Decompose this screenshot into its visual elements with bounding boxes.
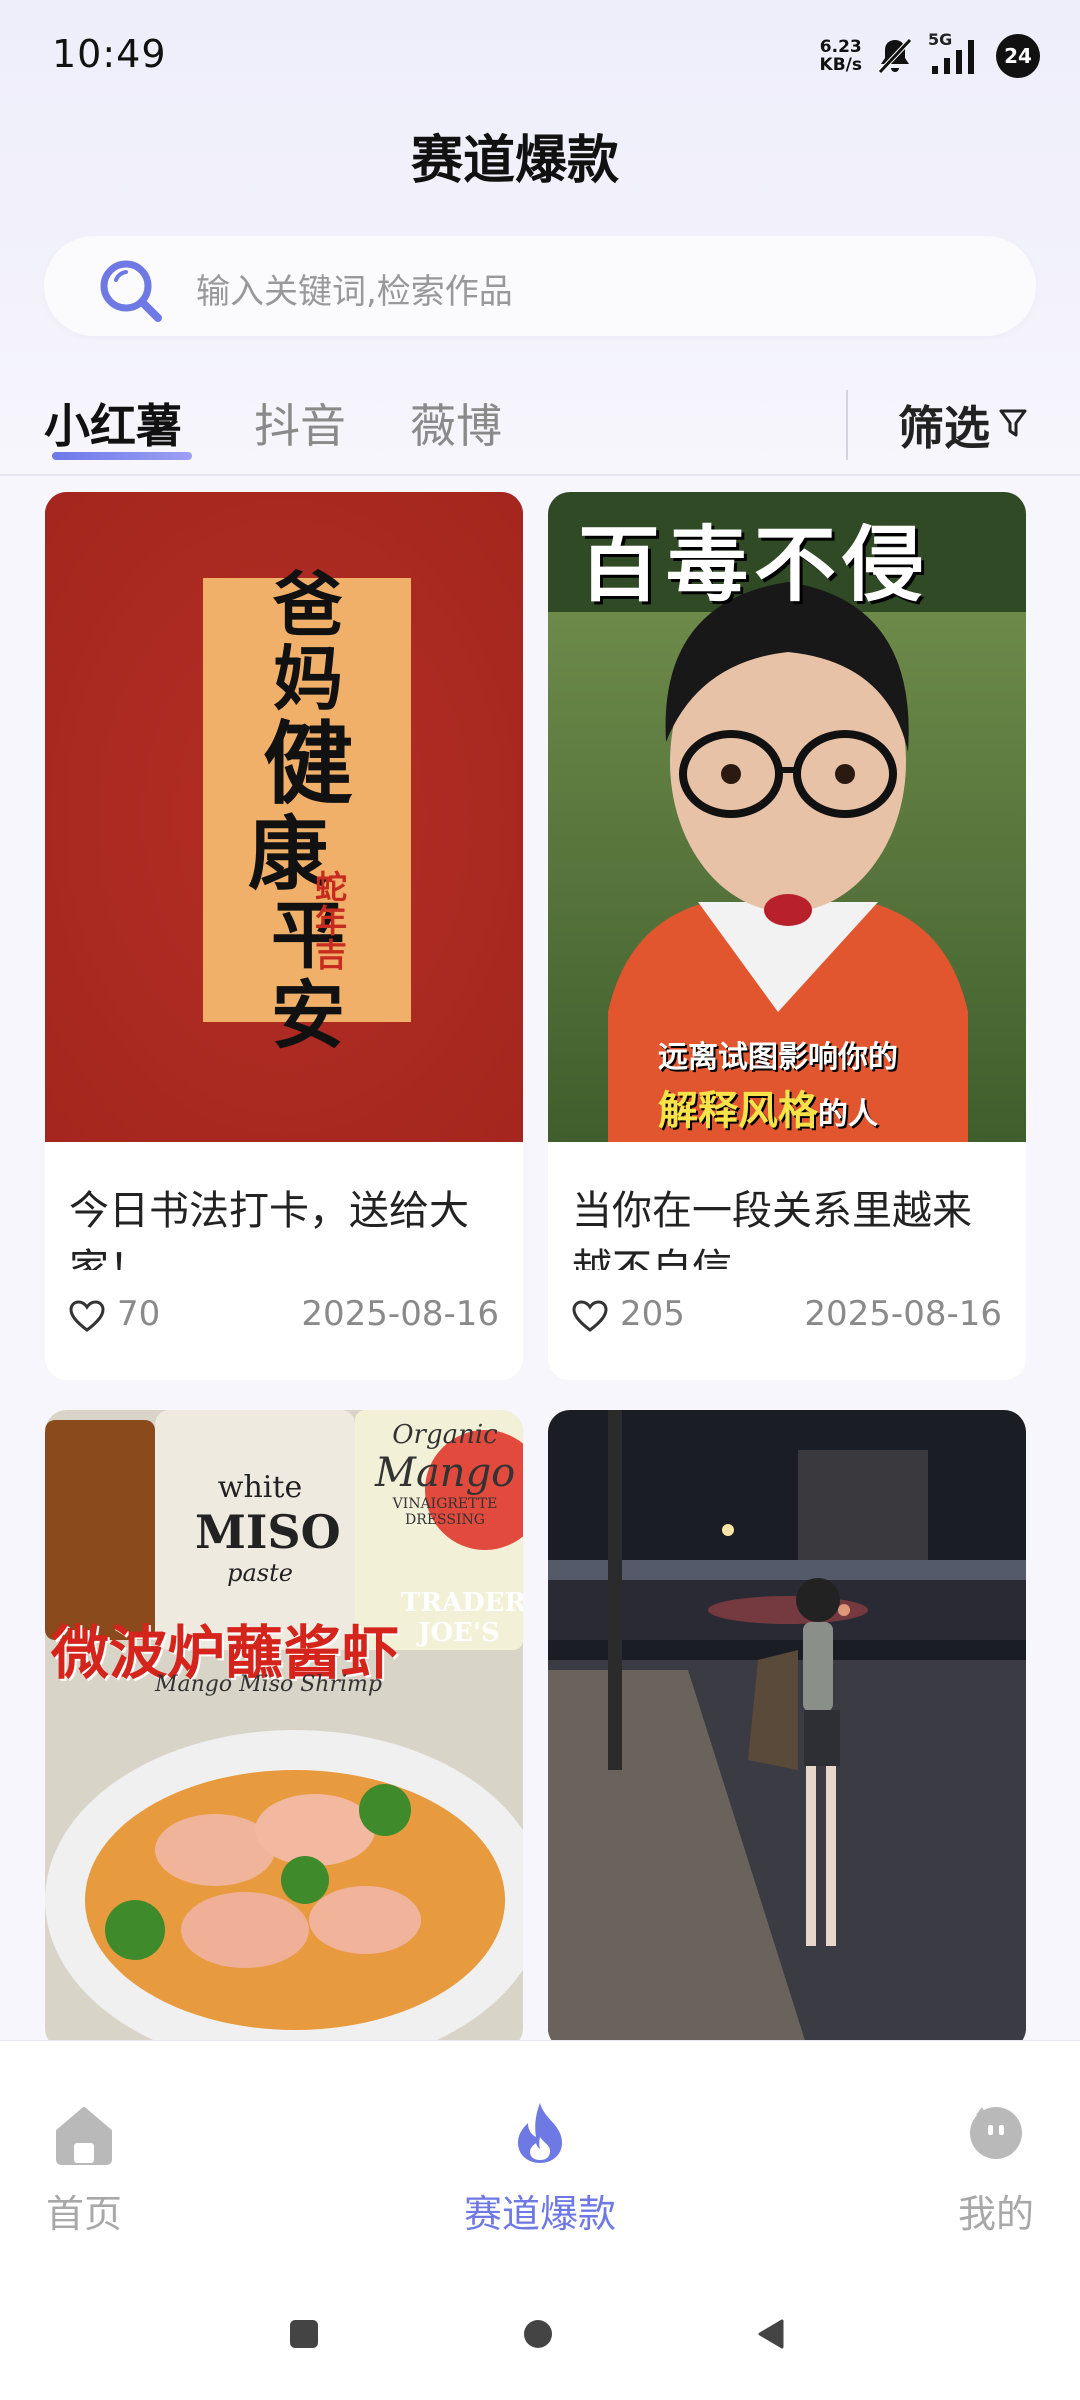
like-count: 205 xyxy=(620,1294,685,1334)
net-speed-value: 6.23 xyxy=(819,37,862,57)
jar-label: white MISO paste xyxy=(195,1470,341,1587)
tabs-separator xyxy=(0,474,1080,476)
jar-label-line: MISO xyxy=(195,1505,341,1559)
status-time: 10:49 xyxy=(52,32,167,76)
image-headline: 百毒不侵 xyxy=(578,517,931,613)
like-count: 70 xyxy=(117,1294,161,1334)
bottle-label: Organic Mango VINAIGRETTE DRESSING xyxy=(375,1420,515,1528)
calligraphy-char: 安 xyxy=(271,973,345,1059)
nav-profile[interactable]: 我的 xyxy=(956,2097,1036,2238)
calligraphy-char: 爸 xyxy=(273,563,343,646)
profile-icon xyxy=(956,2097,1036,2171)
bottle-label-line: DRESSING xyxy=(405,1512,485,1528)
search-input[interactable]: 输入关键词,检索作品 xyxy=(44,236,1036,336)
post-date: 2025-08-16 xyxy=(301,1294,499,1334)
status-bar: 10:49 6.23 KB/s 5G 24 xyxy=(0,0,1080,110)
funnel-icon xyxy=(998,398,1028,452)
brand-line: TRADER xyxy=(401,1588,523,1618)
page-title: 赛道爆款 xyxy=(410,131,619,191)
calligraphy-char: 健 xyxy=(263,711,353,817)
post-thumbnail: 爸 妈 健 康 平 安 蛇年吉 xyxy=(45,492,523,1142)
brand-line: JOE'S xyxy=(418,1618,500,1648)
post-thumbnail: 百毒不侵 远离试图影响你的 解释风格的人 xyxy=(548,492,1026,1142)
calligraphy-seal: 蛇年吉 xyxy=(314,868,347,974)
nav-home-label: 首页 xyxy=(45,2192,122,2236)
network-type: 5G xyxy=(928,30,953,49)
post-card[interactable]: white MISO paste Organic Mango VINAIGRET… xyxy=(45,1410,523,2050)
bottle-label-line: VINAIGRETTE xyxy=(392,1496,498,1512)
nav-profile-label: 我的 xyxy=(957,2192,1034,2236)
post-title: 当你在一段关系里越来越不自信 xyxy=(572,1188,972,1270)
calligraphy-text: 爸 妈 健 康 平 安 xyxy=(213,563,403,1059)
search-icon xyxy=(96,256,166,330)
tab-douyin[interactable]: 抖音 xyxy=(254,390,346,456)
tab-xiaohongshu[interactable]: 小红薯 xyxy=(44,390,182,456)
post-thumbnail xyxy=(548,1410,1026,2050)
heart-icon[interactable] xyxy=(572,1300,608,1341)
post-meta: 70 2025-08-16 xyxy=(69,1294,499,1344)
net-speed-unit: KB/s xyxy=(819,55,862,75)
heart-icon[interactable] xyxy=(69,1300,105,1341)
post-title: 今日书法打卡，送给大家！ xyxy=(69,1188,469,1270)
caption-tail: 的人 xyxy=(818,1097,878,1132)
home-button[interactable] xyxy=(522,2318,554,2354)
nav-hot-label: 赛道爆款 xyxy=(463,2192,616,2236)
jar-label-line: white xyxy=(217,1470,303,1505)
caption-line: 远离试图影响你的 xyxy=(658,1040,898,1075)
tab-weibo[interactable]: 薇博 xyxy=(410,390,502,456)
street-photo-image xyxy=(548,1410,1026,2050)
back-triangle-icon xyxy=(758,2319,784,2349)
jar-label-line: paste xyxy=(227,1559,293,1587)
mute-icon xyxy=(876,36,914,76)
brand-badge: TRADER JOE'S xyxy=(401,1588,523,1648)
circle-icon xyxy=(524,2320,552,2348)
post-date: 2025-08-16 xyxy=(804,1294,1002,1334)
signal-icon: 5G xyxy=(928,30,982,76)
post-card[interactable]: 爸 妈 健 康 平 安 蛇年吉 今日书法打卡，送给大家！ 70 2025-08-… xyxy=(45,492,523,1380)
bottle-label-line: Mango xyxy=(375,1450,516,1496)
home-icon xyxy=(44,2097,124,2171)
search-placeholder: 输入关键词,检索作品 xyxy=(196,272,513,312)
tab-divider xyxy=(846,390,848,460)
recents-button[interactable] xyxy=(288,2318,320,2354)
square-icon xyxy=(290,2320,318,2348)
post-card[interactable]: 百毒不侵 远离试图影响你的 解释风格的人 当你在一段关系里越来越不自信 205 … xyxy=(548,492,1026,1380)
flame-icon xyxy=(460,2097,620,2171)
filter-label: 筛选 xyxy=(898,401,990,455)
net-speed: 6.23 KB/s xyxy=(820,38,862,74)
tab-active-indicator xyxy=(52,452,192,460)
bottle-label-line: Organic xyxy=(392,1420,498,1450)
calligraphy-char: 平 xyxy=(271,893,345,979)
nav-home[interactable]: 首页 xyxy=(44,2097,124,2238)
image-script: Mango Miso Shrimp xyxy=(155,1672,382,1697)
image-caption: 远离试图影响你的 解释风格的人 xyxy=(658,1032,1018,1136)
status-icons: 6.23 KB/s 5G 24 xyxy=(820,30,1040,78)
calligraphy-char: 康 xyxy=(248,807,328,901)
calligraphy-char: 妈 xyxy=(273,637,343,720)
post-thumbnail: white MISO paste Organic Mango VINAIGRET… xyxy=(45,1410,523,2050)
back-button[interactable] xyxy=(756,2318,786,2354)
nav-hot[interactable]: 赛道爆款 xyxy=(460,2097,620,2238)
post-card[interactable] xyxy=(548,1410,1026,2050)
caption-highlight: 解释风格 xyxy=(658,1088,818,1134)
filter-button[interactable]: 筛选 xyxy=(898,392,1028,458)
battery-badge: 24 xyxy=(996,34,1040,78)
post-meta: 205 2025-08-16 xyxy=(572,1294,1002,1344)
